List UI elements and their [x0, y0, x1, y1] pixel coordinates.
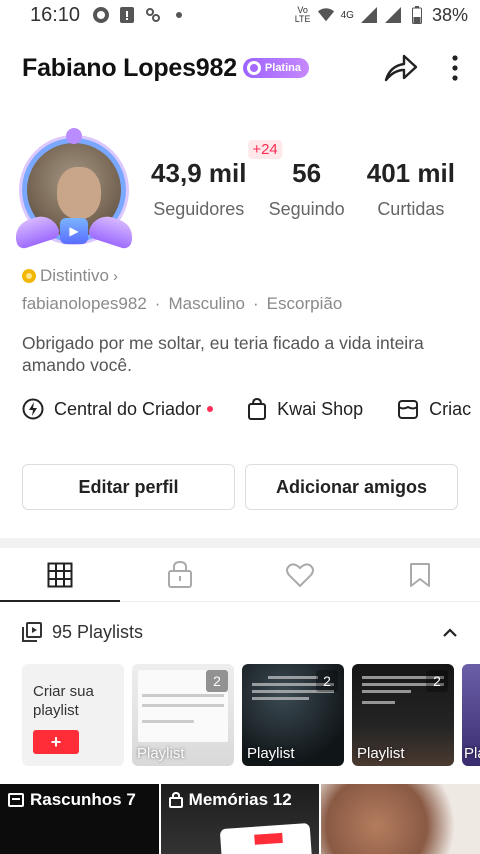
tab-liked[interactable]: [240, 548, 360, 601]
profile-actions: Editar perfil Adicionar amigos: [22, 464, 458, 510]
status-time: 16:10: [30, 3, 81, 26]
badge-link-label: Distintivo: [40, 266, 109, 285]
more-vertical-icon: [452, 55, 458, 81]
share-icon: [384, 54, 418, 82]
add-playlist-button[interactable]: +: [33, 730, 79, 754]
volte-indicator: Vo LTE: [294, 5, 311, 24]
creator-center-shortcut[interactable]: Central do Criador: [22, 398, 214, 420]
third-shortcut-label: Criac: [429, 398, 472, 419]
chevron-up-icon[interactable]: [442, 622, 458, 643]
followers-stat[interactable]: +24 43,9 mil Seguidores: [151, 140, 282, 220]
memories-tile[interactable]: Memórias 12: [160, 784, 320, 854]
playlist-card[interactable]: 2 Playlist: [132, 664, 234, 766]
followers-label: Seguidores: [153, 199, 245, 219]
kwai-notification-icon: [144, 6, 162, 24]
playlists-header[interactable]: 95 Playlists: [22, 614, 458, 650]
battery-icon: [408, 6, 426, 24]
tab-private[interactable]: [120, 548, 240, 601]
playlist-label: Playlist: [247, 745, 295, 762]
lightning-icon: [22, 398, 44, 420]
battery-percent: 38%: [431, 4, 468, 25]
drafts-tile[interactable]: Rascunhos 7: [0, 784, 159, 854]
share-button[interactable]: [384, 53, 418, 83]
creator-center-label: Central do Criador: [54, 398, 202, 419]
meta-separator: ·: [154, 294, 161, 313]
content-tiles: Rascunhos 7 Memórias 12: [0, 784, 480, 854]
more-notifications-dot-icon: [170, 6, 188, 24]
shopping-bag-icon: [248, 398, 267, 420]
heart-icon: [286, 562, 314, 587]
avatar-frame-gem-icon: [66, 128, 82, 144]
avatar-frame-play-icon: ▶: [60, 218, 88, 244]
profile-header: Fabiano Lopes982 Platina: [22, 46, 458, 90]
followers-count: 43,9 mil: [151, 158, 247, 188]
tab-grid[interactable]: [0, 548, 120, 602]
more-options-button[interactable]: [452, 55, 458, 81]
playlist-card[interactable]: Pla: [462, 664, 480, 766]
likes-count: 401 mil: [366, 158, 455, 188]
following-count: 56: [292, 158, 322, 188]
coin-icon: [22, 269, 36, 283]
memories-lock-icon: [168, 792, 183, 808]
lock-icon: [168, 560, 192, 588]
kwai-shop-label: Kwai Shop: [277, 398, 364, 419]
shortcut-row: Central do Criador Kwai Shop Criac: [22, 398, 471, 420]
status-bar: 16:10 Vo LTE 4G 38%: [0, 0, 480, 30]
likes-label: Curtidas: [377, 199, 445, 219]
add-friends-button[interactable]: Adicionar amigos: [245, 464, 458, 510]
third-shortcut[interactable]: Criac: [397, 398, 471, 420]
playlist-video-count: 2: [316, 670, 338, 692]
likes-stat[interactable]: 401 mil Curtidas: [367, 140, 455, 220]
memories-label: Memórias 12: [188, 790, 292, 809]
signal-icon: [360, 6, 378, 24]
kwai-shop-shortcut[interactable]: Kwai Shop: [247, 398, 363, 420]
system-icons: Vo LTE 4G 38%: [295, 5, 468, 26]
playlist-label: Playlist: [137, 745, 185, 762]
playlist-card[interactable]: 2 Playlist: [352, 664, 454, 766]
following-label: Seguindo: [268, 199, 345, 219]
chevron-right-icon: ›: [112, 267, 118, 285]
notification-icons: [92, 6, 188, 24]
profile-gender: Masculino: [168, 294, 245, 313]
profile-meta: fabianolopes982 · Masculino · Escorpião: [22, 294, 342, 314]
playlist-label: Playlist: [357, 745, 405, 762]
grid-icon: [47, 562, 73, 587]
profile-bio: Obrigado por me soltar, eu teria ficado …: [22, 333, 424, 375]
playlist-card[interactable]: 2 Playlist: [242, 664, 344, 766]
badge-link[interactable]: Distintivo ›: [22, 266, 118, 286]
notification-dot: [207, 406, 214, 412]
profile-tabs: [0, 548, 480, 602]
playlists-count: 95 Playlists: [52, 621, 144, 642]
profile-stats: +24 43,9 mil Seguidores 56 Seguindo 401 …: [140, 140, 466, 220]
tier-badge-icon: [246, 61, 261, 75]
tab-saved[interactable]: [360, 548, 480, 601]
edit-profile-button[interactable]: Editar perfil: [22, 464, 235, 510]
playlist-video-count: 2: [206, 670, 228, 692]
create-playlist-label: Criar sua playlist: [33, 683, 94, 719]
playlist-label: Pla: [464, 745, 480, 762]
signal-2-icon: [384, 6, 402, 24]
tier-badge-label: Platina: [264, 62, 301, 74]
video-tile[interactable]: [321, 784, 480, 854]
drafts-label: Rascunhos 7: [30, 790, 136, 809]
meta-separator: ·: [253, 294, 259, 313]
network-type: 4G: [340, 9, 354, 21]
create-playlist-card[interactable]: Criar sua playlist +: [22, 664, 124, 766]
playlist-icon: [22, 622, 42, 642]
section-divider: [0, 538, 480, 548]
profile-avatar[interactable]: ▶: [11, 128, 137, 251]
following-stat[interactable]: 56 Seguindo: [269, 140, 345, 220]
wifi-icon: [317, 6, 335, 24]
profile-username: Fabiano Lopes982: [22, 53, 237, 82]
profile-zodiac: Escorpião: [266, 294, 343, 313]
bookmark-icon: [410, 562, 430, 587]
tier-badge[interactable]: Platina: [242, 58, 309, 78]
message-notification-icon: [118, 6, 136, 24]
storefront-icon: [398, 400, 419, 419]
profile-handle: fabianolopes982: [22, 294, 147, 313]
drafts-icon: [8, 793, 24, 807]
playlist-video-count: 2: [426, 670, 448, 692]
playlist-row: Criar sua playlist + 2 Playlist 2 Playli…: [22, 664, 480, 766]
app-notification-icon: [92, 6, 110, 24]
